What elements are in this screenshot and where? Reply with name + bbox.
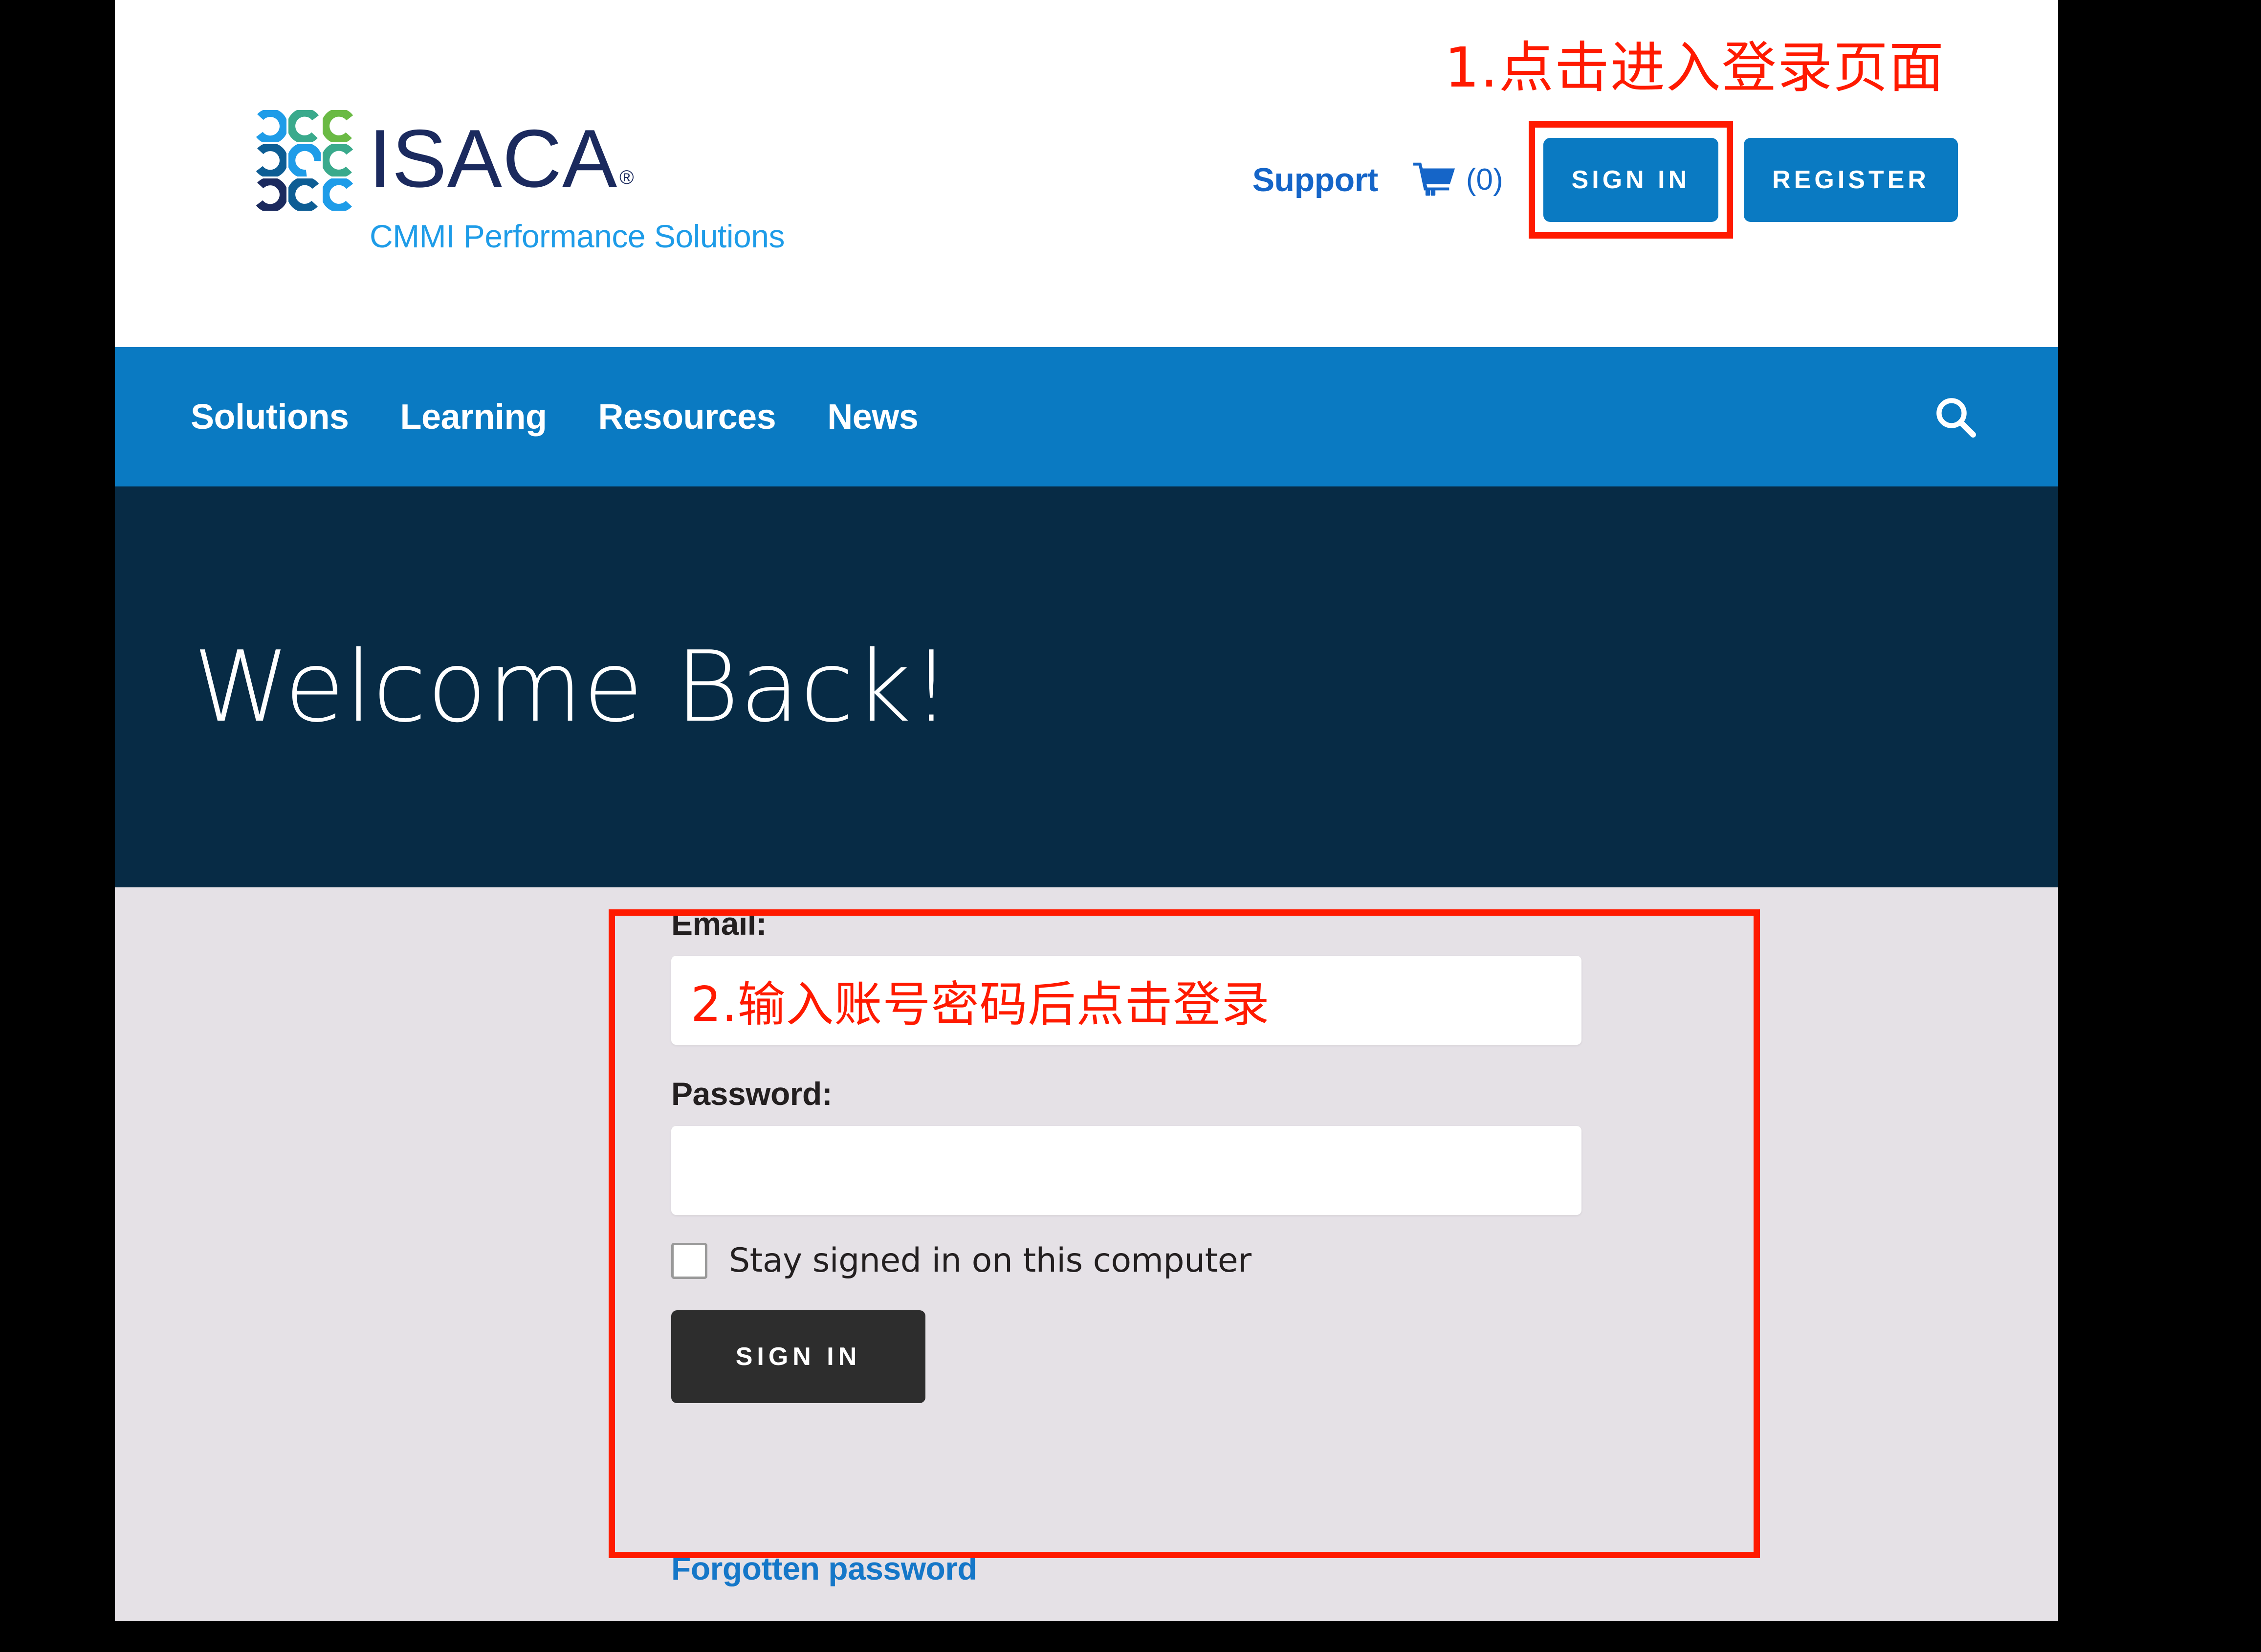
site-logo[interactable]: ISACA ® CMMI Performance Solutions	[254, 110, 785, 255]
nav-item-resources[interactable]: Resources	[598, 397, 776, 437]
support-link[interactable]: Support	[1252, 161, 1379, 199]
logo-arc-3	[323, 110, 355, 142]
email-label: Email:	[671, 905, 767, 942]
stay-signed-in-label: Stay signed in on this computer	[729, 1241, 1251, 1280]
logo-wordmark-text: ISACA	[369, 112, 618, 204]
login-form: Email: 2.输入账号密码后点击登录 Password: Stay sign…	[671, 905, 1610, 1403]
search-icon[interactable]	[1931, 393, 1980, 441]
site-header: ISACA ® CMMI Performance Solutions 1.点击进入…	[115, 0, 2058, 347]
email-input[interactable]: 2.输入账号密码后点击登录	[671, 956, 1581, 1045]
header-register-button[interactable]: REGISTER	[1744, 137, 1958, 222]
logo-wordmark: ISACA ®	[369, 117, 635, 199]
registered-mark-icon: ®	[619, 166, 635, 188]
nav-item-news[interactable]: News	[827, 397, 919, 437]
sign-in-submit-button[interactable]: SIGN IN	[671, 1310, 925, 1403]
forgotten-password-link[interactable]: Forgotten password	[671, 1550, 977, 1587]
logo-arc-1	[254, 110, 286, 142]
logo-row: ISACA ®	[254, 110, 635, 211]
shopping-cart-icon[interactable]	[1413, 161, 1456, 199]
nav-items: Solutions Learning Resources News	[191, 397, 969, 437]
nav-item-learning[interactable]: Learning	[400, 397, 547, 437]
logo-tagline: CMMI Performance Solutions	[370, 218, 785, 254]
cart-count: (0)	[1466, 163, 1503, 197]
email-input-value: 2.输入账号密码后点击登录	[691, 977, 1270, 1033]
logo-arc-5	[288, 144, 321, 176]
logo-arc-2	[288, 110, 321, 142]
stay-signed-in-row[interactable]: Stay signed in on this computer	[671, 1241, 1610, 1280]
sign-in-button-container: SIGN IN	[1528, 121, 1734, 239]
password-label: Password:	[671, 1076, 833, 1112]
isaca-logo-mark-icon	[254, 110, 355, 211]
logo-arc-7	[254, 178, 286, 211]
stay-signed-in-checkbox[interactable]	[671, 1242, 707, 1279]
page-title: Welcome Back!	[193, 630, 951, 744]
annotation-step-1: 1.点击进入登录页面	[1445, 36, 1945, 100]
logo-arc-8	[288, 178, 321, 211]
main-navigation: Solutions Learning Resources News	[115, 347, 2058, 486]
logo-arc-4	[254, 144, 286, 176]
hero-banner: Welcome Back!	[115, 486, 2058, 887]
page-canvas: ISACA ® CMMI Performance Solutions 1.点击进入…	[115, 0, 2058, 1621]
header-actions: Support (0) SIGN IN REGISTER	[1252, 121, 1958, 239]
password-input[interactable]	[671, 1126, 1581, 1215]
cart-group[interactable]: (0)	[1413, 161, 1503, 199]
logo-arc-6	[323, 144, 355, 176]
header-sign-in-button[interactable]: SIGN IN	[1543, 137, 1719, 222]
nav-item-solutions[interactable]: Solutions	[191, 397, 349, 437]
logo-arc-9	[323, 178, 355, 211]
login-section: ancier 凡奉信息 INFORMATION Email: 2.输入账号密码后…	[115, 887, 2058, 1621]
